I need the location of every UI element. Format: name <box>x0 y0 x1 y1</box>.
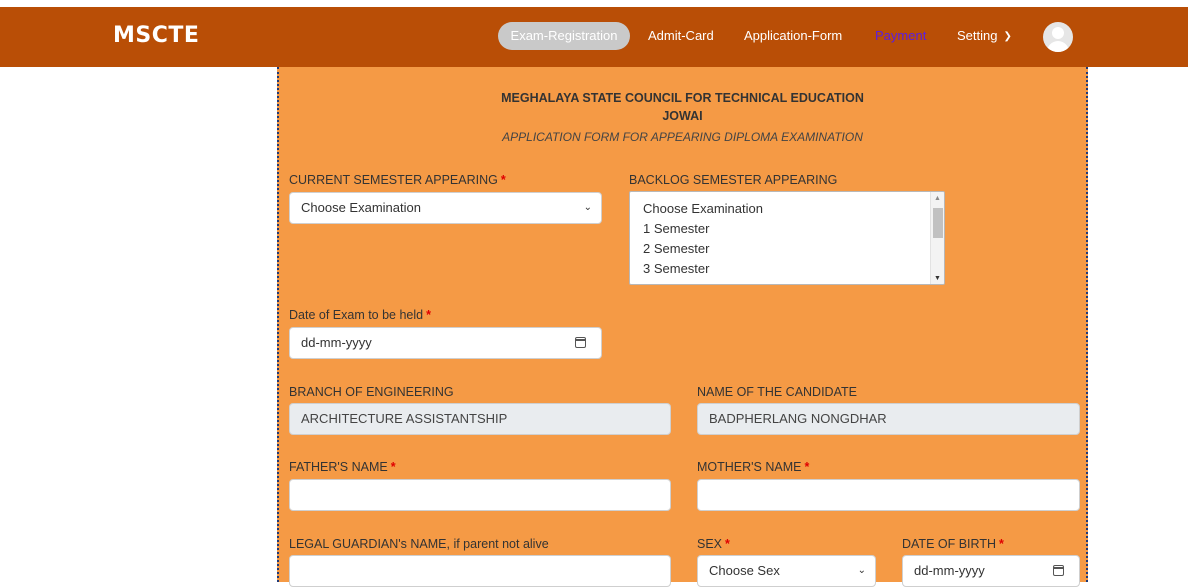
nav-setting-label: Setting <box>957 28 998 43</box>
calendar-icon[interactable] <box>575 337 586 348</box>
dob-input[interactable]: dd-mm-yyyy <box>902 555 1080 587</box>
top-navbar: MSCTE Exam-Registration Admit-Card Appli… <box>0 7 1188 67</box>
backlog-semester-label: BACKLOG SEMESTER APPEARING <box>629 173 838 187</box>
mother-name-label: MOTHER'S NAME * <box>697 460 809 474</box>
branch-field: ARCHITECTURE ASSISTANTSHIP <box>289 403 671 435</box>
dob-label-text: DATE OF BIRTH <box>902 537 996 551</box>
calendar-icon[interactable] <box>1053 565 1064 576</box>
scrollbar-thumb[interactable] <box>933 208 943 238</box>
council-title: MEGHALAYA STATE COUNCIL FOR TECHNICAL ED… <box>501 91 864 105</box>
guardian-name-label: LEGAL GUARDIAN's NAME, if parent not ali… <box>289 537 549 551</box>
branch-label: BRANCH OF ENGINEERING <box>289 385 454 399</box>
mother-name-input[interactable] <box>697 479 1080 511</box>
current-semester-value: Choose Examination <box>301 200 421 215</box>
nav-setting-dropdown[interactable]: Setting ❯ <box>957 22 1012 50</box>
current-semester-select[interactable]: Choose Examination ⌄ <box>289 192 602 224</box>
avatar-head-shape <box>1052 27 1064 39</box>
dob-placeholder: dd-mm-yyyy <box>914 563 985 578</box>
listbox-scrollbar[interactable]: ▲ ▼ <box>930 192 944 284</box>
guardian-name-input[interactable] <box>289 555 671 587</box>
sex-value: Choose Sex <box>709 563 780 578</box>
mother-name-label-text: MOTHER'S NAME <box>697 460 802 474</box>
exam-date-placeholder: dd-mm-yyyy <box>301 335 372 350</box>
current-semester-label-text: CURRENT SEMESTER APPEARING <box>289 173 498 187</box>
backlog-semester-listbox[interactable]: Choose Examination 1 Semester 2 Semester… <box>629 191 945 285</box>
exam-date-input[interactable]: dd-mm-yyyy <box>289 327 602 359</box>
exam-date-label: Date of Exam to be held * <box>289 308 431 322</box>
exam-date-label-text: Date of Exam to be held <box>289 308 424 322</box>
listbox-option[interactable]: 3 Semester <box>630 259 944 279</box>
listbox-option[interactable]: Choose Examination <box>630 199 944 219</box>
sex-label: SEX * <box>697 537 730 551</box>
candidate-name-label: NAME OF THE CANDIDATE <box>697 385 857 399</box>
dob-label: DATE OF BIRTH * <box>902 537 1004 551</box>
form-subtitle: APPLICATION FORM FOR APPEARING DIPLOMA E… <box>502 130 863 144</box>
required-mark: * <box>390 460 396 474</box>
required-mark: * <box>725 537 730 551</box>
required-mark: * <box>804 460 810 474</box>
brand-logo[interactable]: MSCTE <box>113 23 199 48</box>
sex-label-text: SEX <box>697 537 723 551</box>
chevron-down-icon: ⌄ <box>583 202 592 213</box>
father-name-label: FATHER'S NAME * <box>289 460 396 474</box>
application-form-panel: MEGHALAYA STATE COUNCIL FOR TECHNICAL ED… <box>277 67 1088 587</box>
sex-select[interactable]: Choose Sex ⌄ <box>697 555 876 587</box>
listbox-option[interactable]: 1 Semester <box>630 219 944 239</box>
nav-exam-registration[interactable]: Exam-Registration <box>498 22 630 50</box>
candidate-name-field: BADPHERLANG NONGDHAR <box>697 403 1080 435</box>
father-name-input[interactable] <box>289 479 671 511</box>
council-location: JOWAI <box>662 109 703 123</box>
father-name-label-text: FATHER'S NAME <box>289 460 388 474</box>
avatar-body-shape <box>1047 41 1069 52</box>
nav-payment[interactable]: Payment <box>875 22 926 50</box>
required-mark: * <box>426 308 431 322</box>
required-mark: * <box>999 537 1004 551</box>
listbox-option[interactable]: 2 Semester <box>630 239 944 259</box>
chevron-down-icon: ❯ <box>1003 31 1012 42</box>
current-semester-label: CURRENT SEMESTER APPEARING * <box>289 173 506 187</box>
nav-admit-card[interactable]: Admit-Card <box>648 22 714 50</box>
scroll-down-icon[interactable]: ▼ <box>934 275 941 282</box>
scroll-up-icon[interactable]: ▲ <box>934 195 941 202</box>
user-avatar-icon[interactable] <box>1043 22 1073 52</box>
required-mark: * <box>500 173 506 187</box>
nav-application-form[interactable]: Application-Form <box>744 22 842 50</box>
